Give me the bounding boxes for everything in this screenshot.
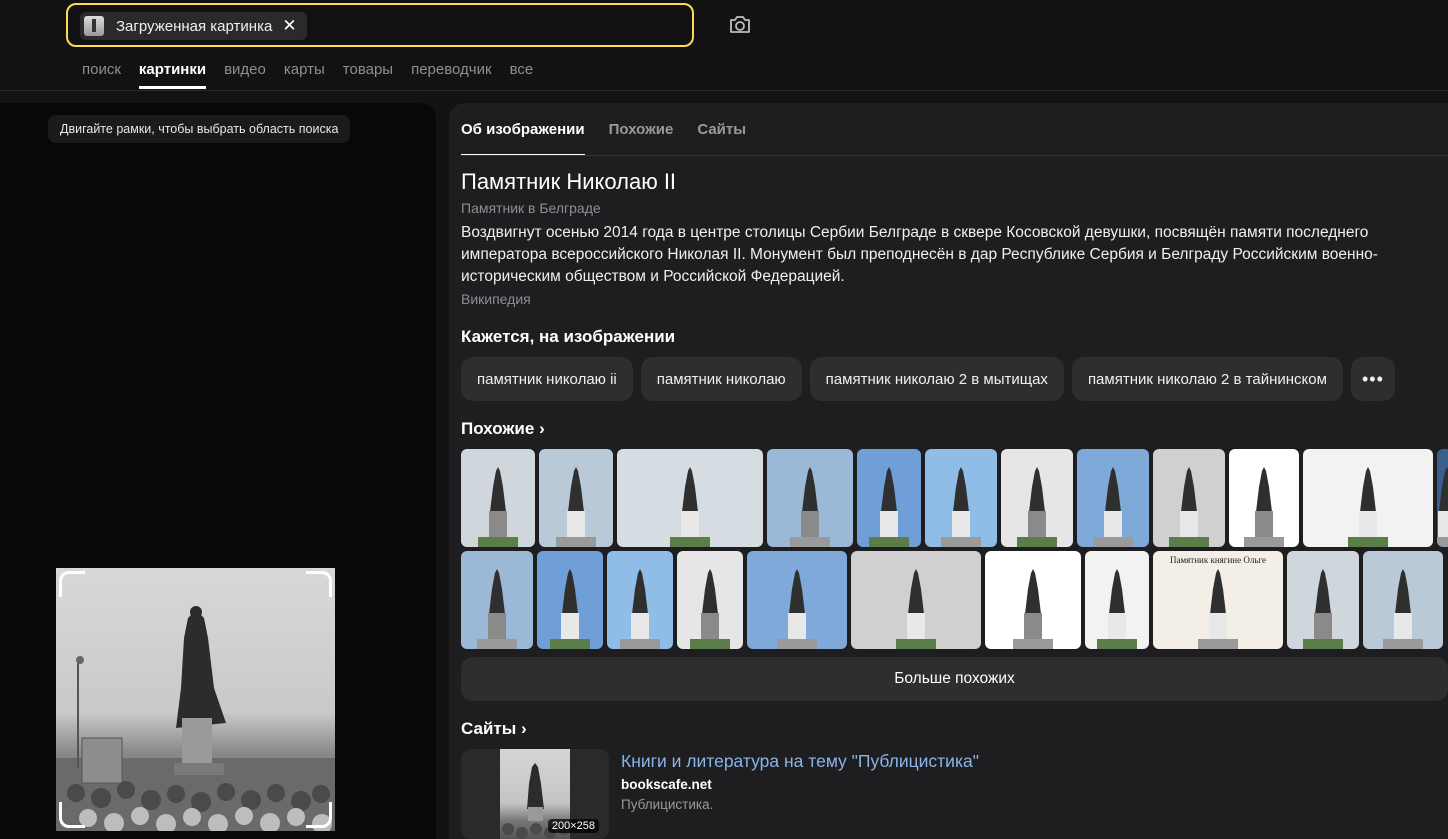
object-tag[interactable]: памятник николаю 2 в тайнинском [1071, 357, 1343, 401]
crop-handle-bottom-left[interactable] [59, 802, 85, 828]
sites-heading-label: Сайты [461, 719, 517, 738]
description-source[interactable]: Википедия [461, 291, 531, 307]
object-tag[interactable]: памятник николаю 2 в мытищах [809, 357, 1064, 401]
similar-image-thumbnail[interactable] [1287, 551, 1359, 649]
uploaded-image-thumbnail [84, 16, 104, 36]
similar-image-thumbnail[interactable]: Памятник княгине Ольге [1153, 551, 1283, 649]
monument-image [941, 467, 981, 547]
object-title: Памятник Николаю II [461, 169, 677, 194]
nav-item[interactable]: видео [224, 61, 266, 89]
similar-image-thumbnail[interactable] [461, 551, 533, 649]
monument-image [690, 569, 730, 649]
tab-item[interactable]: Сайты [697, 121, 746, 156]
monument-image [1198, 569, 1238, 649]
monument-image [478, 467, 518, 547]
monument-image [477, 569, 517, 649]
object-description: Воздвигнут осенью 2014 года в центре сто… [461, 224, 1378, 285]
tabs-divider [461, 155, 1448, 156]
monument-image [556, 467, 596, 547]
nav-item[interactable]: картинки [138, 61, 207, 89]
monument-image [896, 569, 936, 649]
similar-heading-label: Похожие [461, 419, 535, 438]
crop-handle-top-right[interactable] [306, 571, 332, 597]
monument-image [1013, 569, 1053, 649]
search-box[interactable]: Загруженная картинка ✕ [66, 3, 694, 47]
site-domain[interactable]: bookscafe.net [621, 777, 712, 792]
monument-image [1244, 467, 1284, 547]
chevron-right-icon: › [539, 419, 545, 438]
nav-item[interactable]: переводчик [411, 61, 491, 89]
uploaded-photo[interactable] [56, 568, 335, 831]
monument-image [1093, 467, 1133, 547]
object-tag[interactable]: памятник николаю ii [461, 357, 633, 401]
search-nav: поиск картинки видео карты товары переводчик в… [82, 61, 551, 89]
monument-image [869, 467, 909, 547]
monument-image [777, 569, 817, 649]
nav-item[interactable]: товары [343, 61, 393, 89]
uploaded-image-chip[interactable]: Загруженная картинка ✕ [80, 12, 307, 40]
similar-image-thumbnail[interactable] [747, 551, 847, 649]
similar-image-thumbnail[interactable] [539, 449, 613, 547]
crop-handle-top-left[interactable] [59, 571, 85, 597]
object-tag[interactable]: памятник николаю [640, 357, 802, 401]
monument-image [1097, 569, 1137, 649]
monument-image [790, 467, 830, 547]
nav-item[interactable]: все [510, 61, 534, 89]
monument-image [1303, 569, 1343, 649]
more-tags-button[interactable]: ••• [1350, 357, 1395, 401]
nav-item[interactable]: карты [284, 61, 325, 89]
similar-image-thumbnail[interactable] [1085, 551, 1149, 649]
monument-image [550, 569, 590, 649]
camera-search-icon[interactable] [728, 13, 752, 35]
object-subtitle: Памятник в Белграде [461, 200, 601, 216]
site-title-link[interactable]: Книги и литература на тему "Публицистика… [621, 751, 979, 772]
top-bar: Загруженная картинка ✕ поиск картинки виде… [0, 0, 1448, 91]
crop-hint: Двигайте рамки, чтобы выбрать область по… [48, 115, 351, 143]
monument-image [1017, 467, 1057, 547]
image-size-badge: 200×258 [547, 819, 599, 833]
more-similar-button[interactable]: Больше похожих [461, 657, 1448, 701]
close-icon[interactable]: ✕ [282, 16, 296, 36]
monument-image [1348, 467, 1388, 547]
seems-tags: памятник николаю ii памятник николаю памят… [461, 357, 1395, 401]
chevron-right-icon: › [520, 719, 527, 738]
results-panel: Об изображении Похожие Сайты Памятник Нико… [449, 103, 1448, 839]
similar-image-thumbnail[interactable] [851, 551, 981, 649]
similar-image-thumbnail[interactable] [1303, 449, 1433, 547]
tab-item[interactable]: Похожие [609, 121, 674, 156]
site-snippet: Публицистика. [621, 797, 714, 812]
similar-image-thumbnail[interactable] [985, 551, 1081, 649]
similar-image-thumbnail[interactable] [607, 551, 673, 649]
nav-item[interactable]: поиск [82, 61, 121, 89]
similar-image-thumbnail[interactable] [1153, 449, 1225, 547]
similar-image-thumbnail[interactable] [925, 449, 997, 547]
monument-image [1169, 467, 1209, 547]
monument-image [620, 569, 660, 649]
similar-image-thumbnail[interactable] [1001, 449, 1073, 547]
monument-image [670, 467, 710, 547]
similar-row-2: Памятник княгине Ольге [461, 551, 1443, 649]
similar-image-thumbnail[interactable] [1363, 551, 1443, 649]
similar-image-thumbnail[interactable] [1077, 449, 1149, 547]
result-tabs: Об изображении Похожие Сайты [461, 121, 770, 156]
similar-row-1 [461, 449, 1448, 547]
similar-heading[interactable]: Похожие › [461, 419, 545, 439]
similar-image-thumbnail[interactable] [677, 551, 743, 649]
thumbnail-caption: Памятник княгине Ольге [1169, 555, 1267, 565]
monument-image [1383, 569, 1423, 649]
similar-image-thumbnail[interactable] [767, 449, 853, 547]
similar-image-thumbnail[interactable] [857, 449, 921, 547]
site-thumbnail[interactable]: 200×258 [461, 749, 609, 839]
sites-heading[interactable]: Сайты › [461, 719, 527, 739]
crop-handle-bottom-right[interactable] [306, 802, 332, 828]
monument-image [1437, 467, 1448, 547]
similar-image-thumbnail[interactable] [1229, 449, 1299, 547]
chip-label: Загруженная картинка [116, 17, 273, 35]
tab-item[interactable]: Об изображении [461, 121, 585, 156]
similar-image-thumbnail[interactable] [461, 449, 535, 547]
similar-image-thumbnail[interactable] [1437, 449, 1448, 547]
similar-image-thumbnail[interactable] [617, 449, 763, 547]
similar-image-thumbnail[interactable] [537, 551, 603, 649]
seems-heading: Кажется, на изображении [461, 327, 676, 346]
